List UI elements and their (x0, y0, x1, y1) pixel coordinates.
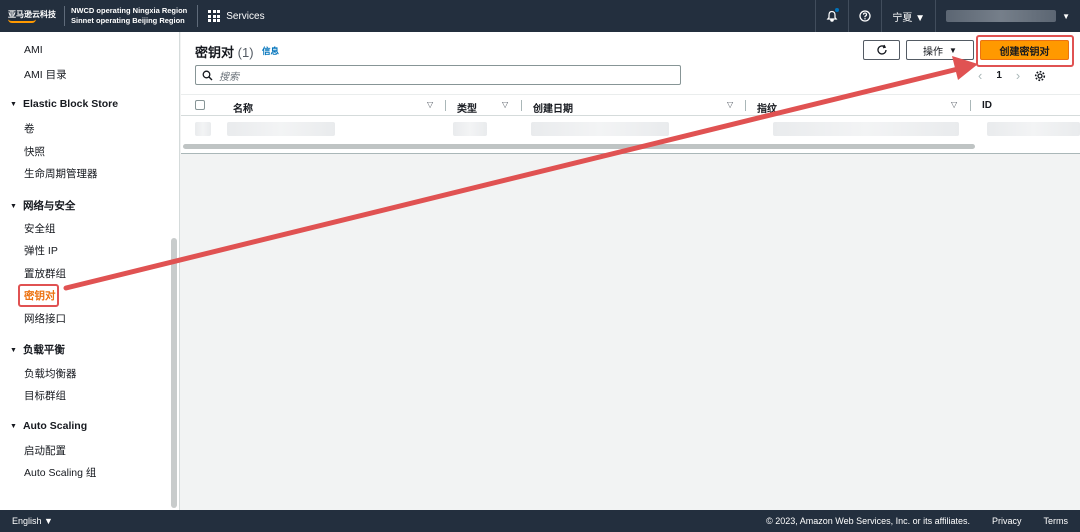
pagination: ‹ 1 › (978, 68, 1046, 83)
footer-links: © 2023, Amazon Web Services, Inc. or its… (766, 516, 1068, 526)
page-title: 密钥对 (1) (195, 42, 254, 61)
sidebar-section-auto-scaling[interactable]: Auto Scaling (10, 420, 87, 432)
privacy-link[interactable]: Privacy (992, 516, 1022, 526)
column-header-id[interactable]: ID (982, 100, 992, 111)
chevron-left-icon[interactable]: ‹ (978, 68, 982, 83)
sidebar-section-load-balancing[interactable]: 负载平衡 (10, 342, 65, 357)
topbar-right-controls: 宁夏 ▼ ▼ (815, 0, 1080, 32)
sidebar-item-load-balancers[interactable]: 负载均衡器 (24, 366, 77, 381)
gear-icon[interactable] (1034, 70, 1046, 82)
aws-china-logo[interactable]: 亚马逊云科技 (0, 9, 60, 23)
row-checkbox-redacted[interactable] (195, 122, 211, 136)
search-icon (202, 70, 213, 80)
sidebar-item-ami[interactable]: AMI (24, 44, 43, 56)
help-icon (859, 10, 872, 22)
sort-icon[interactable]: ▽ (727, 100, 733, 109)
logo-text: 亚马逊云科技 (8, 10, 56, 19)
caret-down-icon: ▼ (949, 45, 957, 55)
sort-icon[interactable]: ▽ (427, 100, 433, 109)
actions-label: 操作 (923, 46, 944, 58)
refresh-button[interactable] (863, 40, 900, 60)
select-all-checkbox[interactable] (195, 100, 205, 110)
column-header-created[interactable]: 创建日期 (533, 100, 573, 115)
language-selector[interactable]: English ▼ (0, 516, 53, 526)
sidebar-item-ami-catalog[interactable]: AMI 目录 (24, 67, 67, 82)
search-input[interactable]: 搜索 (195, 65, 681, 85)
column-divider[interactable] (970, 100, 971, 111)
sidebar-item-volumes[interactable]: 卷 (24, 121, 35, 136)
actions-dropdown-button[interactable]: 操作 ▼ (906, 40, 974, 60)
annotation-highlight-create-button (976, 35, 1074, 67)
sidebar-item-target-groups[interactable]: 目标群组 (24, 388, 66, 403)
main-content: 密钥对 (1) 信息 操作 ▼ 创建密钥对 搜索 ‹ 1 › 名称 ▽ 类型 ▽… (181, 32, 1080, 510)
redacted-cell (531, 122, 669, 136)
top-navigation-bar: 亚马逊云科技 NWCD operating Ningxia Region Sin… (0, 0, 1080, 32)
redacted-cell (987, 122, 1080, 136)
item-count: (1) (237, 45, 254, 60)
table-horizontal-scrollbar[interactable] (183, 144, 975, 149)
chevron-right-icon[interactable]: › (1016, 68, 1020, 83)
page-number[interactable]: 1 (996, 70, 1002, 81)
sidebar-item-network-interfaces[interactable]: 网络接口 (24, 311, 66, 326)
column-header-fingerprint[interactable]: 指纹 (757, 100, 777, 115)
account-menu[interactable]: ▼ (935, 0, 1080, 32)
sidebar-item-placement-groups[interactable]: 置放群组 (24, 266, 66, 281)
column-header-name[interactable]: 名称 (233, 100, 253, 115)
region-selector[interactable]: 宁夏 ▼ (881, 0, 935, 32)
region-line-ningxia: NWCD operating Ningxia Region (71, 6, 188, 15)
redacted-cell (453, 122, 487, 136)
sort-icon[interactable]: ▽ (502, 100, 508, 109)
copyright-text: © 2023, Amazon Web Services, Inc. or its… (766, 516, 970, 526)
key-pairs-table-panel: 密钥对 (1) 信息 操作 ▼ 创建密钥对 搜索 ‹ 1 › 名称 ▽ 类型 ▽… (181, 32, 1080, 154)
notifications-button[interactable] (815, 0, 848, 32)
column-header-type[interactable]: 类型 (457, 100, 477, 115)
logo-smile-icon (8, 19, 36, 23)
sidebar-scrollbar[interactable] (171, 238, 177, 508)
sidebar-item-elastic-ip[interactable]: 弹性 IP (24, 243, 58, 258)
chevron-down-icon: ▼ (1062, 11, 1070, 21)
sidebar-item-security-groups[interactable]: 安全组 (24, 221, 56, 236)
sidebar-item-launch-configurations[interactable]: 启动配置 (24, 443, 66, 458)
column-divider[interactable] (445, 100, 446, 111)
column-divider[interactable] (521, 100, 522, 111)
redacted-cell (227, 122, 335, 136)
terms-link[interactable]: Terms (1044, 516, 1069, 526)
sidebar-item-lifecycle-manager[interactable]: 生命周期管理器 (24, 166, 98, 181)
sidebar-item-snapshots[interactable]: 快照 (24, 144, 45, 159)
account-name-redacted (946, 10, 1057, 22)
services-label: Services (226, 10, 265, 22)
sort-icon[interactable]: ▽ (951, 100, 957, 109)
column-divider[interactable] (745, 100, 746, 111)
annotation-highlight-key-pairs (18, 284, 59, 307)
grid-icon (208, 10, 221, 22)
footer-bar: English ▼ © 2023, Amazon Web Services, I… (0, 510, 1080, 532)
redacted-cell (773, 122, 959, 136)
refresh-icon (876, 44, 887, 55)
sidebar-item-auto-scaling-groups[interactable]: Auto Scaling 组 (24, 465, 96, 480)
services-menu-button[interactable]: Services (198, 10, 265, 22)
sidebar-navigation: AMI AMI 目录 Elastic Block Store 卷 快照 生命周期… (0, 32, 180, 510)
search-placeholder: 搜索 (219, 71, 239, 83)
page-title-text: 密钥对 (195, 45, 235, 60)
table-header: 名称 ▽ 类型 ▽ 创建日期 ▽ 指纹 ▽ ID (181, 94, 1080, 116)
sidebar-section-ebs[interactable]: Elastic Block Store (10, 98, 118, 110)
help-button[interactable] (848, 0, 881, 32)
region-line-beijing: Sinnet operating Beijing Region (71, 16, 185, 25)
region-info: NWCD operating Ningxia Region Sinnet ope… (64, 6, 197, 26)
notification-dot (835, 8, 840, 12)
info-link[interactable]: 信息 (262, 45, 279, 57)
sidebar-section-network-security[interactable]: 网络与安全 (10, 198, 76, 213)
